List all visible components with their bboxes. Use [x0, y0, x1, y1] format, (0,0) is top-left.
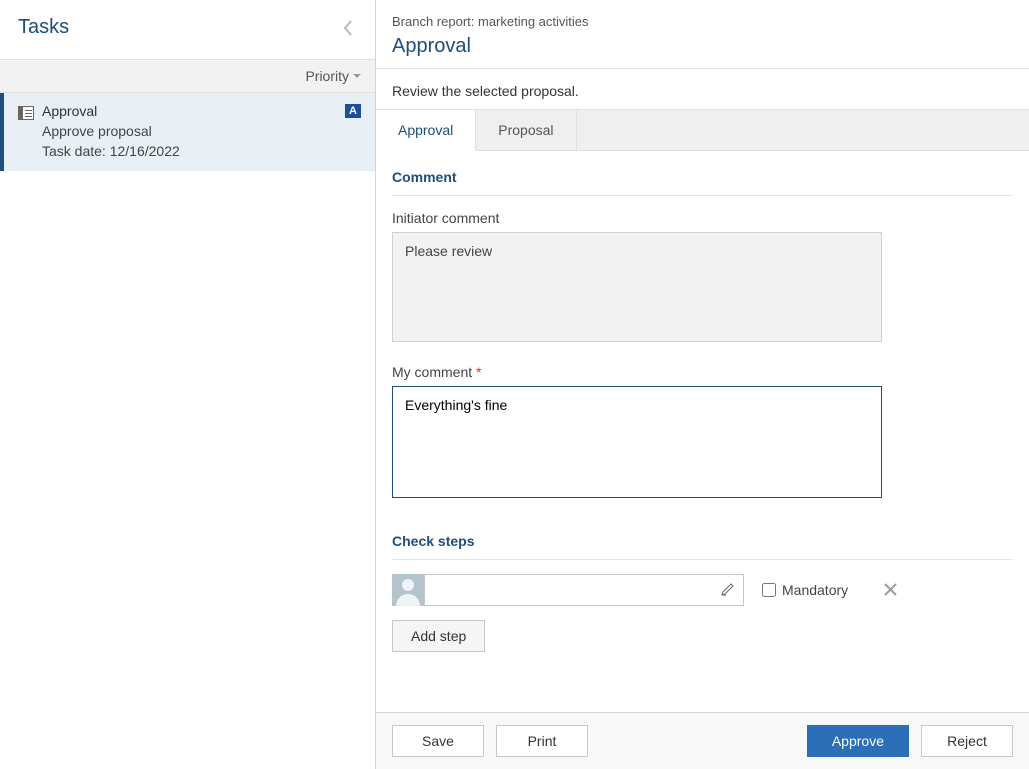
edit-icon[interactable] [713, 582, 743, 599]
instruction-text: Review the selected proposal. [376, 69, 1029, 109]
content-area: Comment Initiator comment Please review … [376, 151, 1029, 712]
my-comment-input[interactable] [392, 386, 882, 498]
remove-step-icon[interactable] [878, 580, 903, 601]
print-button[interactable]: Print [496, 725, 588, 757]
sidebar-title: Tasks [18, 16, 69, 39]
breadcrumb: Branch report: marketing activities [392, 14, 1013, 29]
mandatory-label: Mandatory [782, 582, 848, 598]
task-subtitle: Approve proposal [42, 123, 361, 139]
reject-button[interactable]: Reject [921, 725, 1013, 757]
task-body: Approval A Approve proposal Task date: 1… [42, 103, 361, 159]
my-comment-label: My comment * [392, 364, 1013, 380]
check-step-row: Mandatory [392, 574, 1013, 606]
approve-button[interactable]: Approve [807, 725, 909, 757]
comment-section-title: Comment [392, 169, 1013, 196]
initiator-comment-label: Initiator comment [392, 210, 1013, 226]
back-chevron-icon[interactable] [337, 17, 359, 39]
priority-sort[interactable]: Priority [0, 59, 375, 93]
task-date: Task date: 12/16/2022 [42, 143, 361, 159]
footer: Save Print Approve Reject [376, 712, 1029, 769]
task-item[interactable]: Approval A Approve proposal Task date: 1… [0, 93, 375, 171]
sidebar-header: Tasks [0, 0, 375, 59]
person-select[interactable] [424, 574, 744, 606]
priority-sort-label: Priority [305, 68, 349, 84]
mandatory-checkbox[interactable] [762, 583, 776, 597]
person-input[interactable] [425, 575, 713, 605]
main-header: Branch report: marketing activities Appr… [376, 0, 1029, 69]
mandatory-checkbox-wrap[interactable]: Mandatory [762, 582, 848, 598]
add-step-button[interactable]: Add step [392, 620, 485, 652]
checksteps-section-title: Check steps [392, 533, 1013, 560]
tab-proposal[interactable]: Proposal [476, 110, 576, 150]
avatar-icon [392, 574, 424, 606]
caret-down-icon [353, 74, 361, 78]
save-button[interactable]: Save [392, 725, 484, 757]
form-icon [18, 106, 34, 120]
task-badge: A [345, 104, 361, 118]
required-star-icon: * [476, 364, 481, 380]
initiator-comment-value: Please review [392, 232, 882, 342]
main-panel: Branch report: marketing activities Appr… [376, 0, 1029, 769]
tab-approval[interactable]: Approval [376, 110, 476, 151]
sidebar: Tasks Priority Approval A Approve propos… [0, 0, 376, 769]
task-title: Approval [42, 103, 97, 119]
tabs: Approval Proposal [376, 109, 1029, 151]
page-title: Approval [392, 35, 1013, 58]
